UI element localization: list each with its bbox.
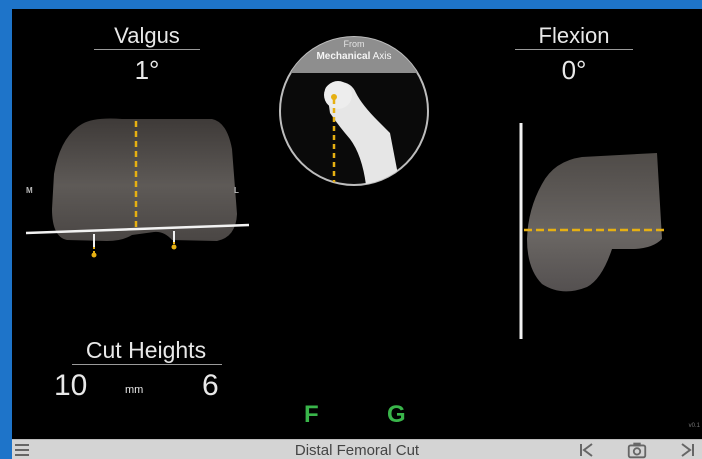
lateral-marker: L [234,186,239,195]
version-label: v0.1 [688,423,700,429]
cut-heights-label: Cut Heights [85,337,207,363]
medial-cut-height: 10 [54,369,88,402]
medial-contact-point [91,252,97,258]
screen-title: Distal Femoral Cut [294,442,420,459]
inset-caption-line2: Mechanical Axis [278,51,430,62]
medial-marker: M [26,186,33,195]
femur-frontal-view [25,118,250,258]
femur-frontal-bone [52,118,237,241]
camera-icon[interactable] [626,441,648,459]
guide-tracker-status: G [387,401,406,428]
cut-heights-divider [72,364,222,365]
cut-height-unit: mm [125,384,144,396]
lateral-contact-point [171,244,177,250]
femur-sagittal-bone [527,153,662,292]
bottom-toolbar: Distal Femoral Cut [12,439,702,459]
inset-caption-bold: Mechanical [316,51,371,62]
skip-previous-icon[interactable] [576,441,598,459]
skip-next-icon[interactable] [676,441,698,459]
flexion-label: Flexion [538,23,610,48]
hip-center-point [331,94,337,100]
flexion-value: 0° [561,55,587,85]
lateral-cut-height: 6 [202,369,219,402]
femur-sagittal-view [519,123,667,339]
navigation-screen: Valgus 1° Flexion 0° M L From Mechanical… [12,9,702,459]
inset-caption-rest: Axis [370,51,392,62]
femur-tracker-status: F [304,401,319,428]
inset-caption-line1: From [343,39,365,49]
flexion-divider [515,49,633,50]
